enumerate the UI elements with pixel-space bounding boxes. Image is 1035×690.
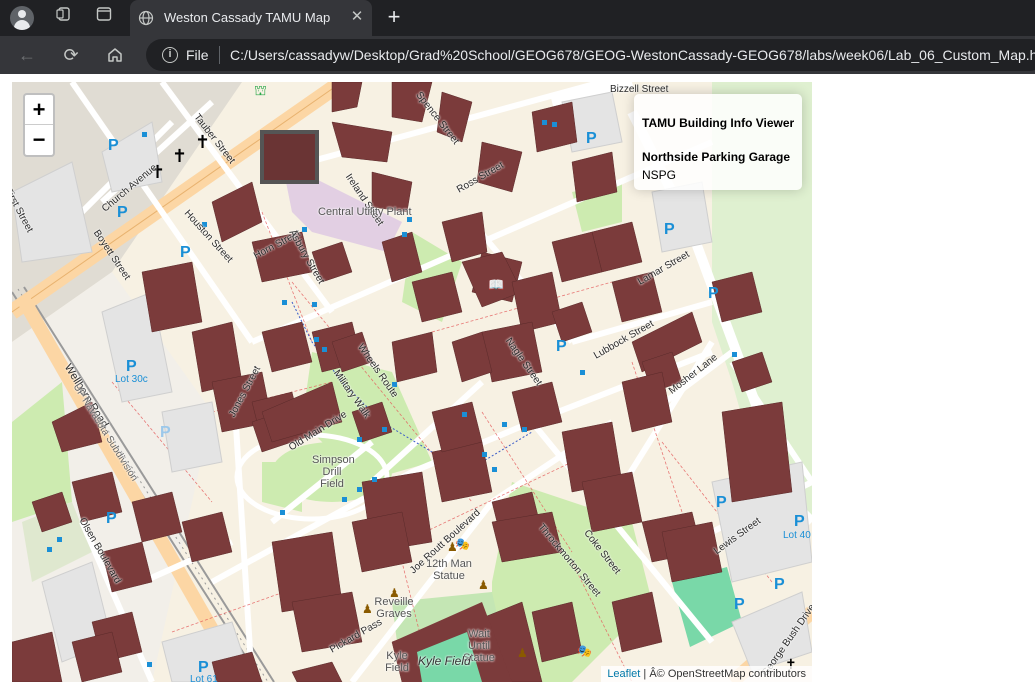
zoom-in-button[interactable]: + (25, 95, 53, 125)
back-arrow-icon[interactable]: ← (14, 42, 40, 68)
statue-icon: ♟ (478, 578, 489, 592)
parking-icon: P (794, 513, 805, 530)
map-attribution: Leaflet | Â© OpenStreetMap contributors (601, 666, 812, 682)
active-tab[interactable]: Weston Cassady TAMU Map ✕ (130, 0, 372, 36)
theatre-icon: 🎭 (577, 644, 592, 658)
zoom-out-button[interactable]: − (25, 125, 53, 155)
statue-icon: ♟ (517, 646, 528, 660)
navigation-bar: ← ⟳ i File C:/Users/cassadyw/Desktop/Gra… (0, 36, 1035, 74)
address-bar[interactable]: i File C:/Users/cassadyw/Desktop/Grad%20… (146, 39, 1035, 71)
lot-label: Lot 61 (190, 674, 218, 682)
parking-icon: P (734, 596, 745, 613)
workspaces-icon[interactable] (52, 6, 76, 30)
area-label: Central Utility Plant (318, 206, 412, 218)
parking-icon: P (708, 285, 719, 302)
site-info-icon[interactable]: i (162, 47, 178, 63)
parking-icon: P (106, 510, 117, 527)
building-info-panel: TAMU Building Info Viewer Northside Park… (634, 94, 802, 190)
info-heading: TAMU Building Info Viewer (642, 116, 795, 130)
picnic-icon: ⛫ (254, 82, 267, 98)
area-label: 12th Man Statue (426, 558, 472, 582)
tab-strip: Weston Cassady TAMU Map ✕ + (0, 0, 1035, 36)
parking-icon: P (160, 424, 171, 441)
church-icon: ✝ (172, 146, 188, 166)
parking-icon: P (716, 494, 727, 511)
area-label: Kyle Field (418, 654, 471, 668)
tab-title: Weston Cassady TAMU Map (164, 10, 331, 25)
parking-icon: P (108, 137, 119, 154)
area-label: Kyle Field (385, 650, 409, 674)
parking-icon: P (664, 221, 675, 238)
osm-attribution[interactable]: | Â© OpenStreetMap contributors (643, 668, 806, 680)
leaflet-link[interactable]: Leaflet (607, 668, 640, 680)
url-text[interactable]: C:/Users/cassadyw/Desktop/Grad%20School/… (230, 47, 1035, 63)
lot-label: Lot 40 (783, 530, 811, 541)
leaflet-map[interactable]: P P P P P P P P P P P P P P P Lot 30c Lo… (12, 82, 812, 682)
parking-icon: P (180, 244, 191, 261)
building-name: Northside Parking Garage (642, 150, 791, 164)
parking-icon: P (556, 338, 567, 355)
scheme-label: File (186, 47, 209, 63)
globe-icon (138, 10, 154, 26)
omnibox-divider (219, 46, 220, 64)
parking-icon: P (586, 130, 597, 147)
building-code: NSPG (642, 168, 677, 182)
library-icon: 📖 (488, 277, 505, 292)
reload-icon[interactable]: ⟳ (58, 42, 84, 68)
profile-avatar[interactable] (10, 6, 34, 30)
new-tab-button[interactable]: + (382, 5, 406, 29)
area-label: Simpson Drill Field (312, 454, 355, 490)
close-tab-icon[interactable]: ✕ (348, 8, 366, 26)
home-icon[interactable] (102, 42, 128, 68)
parking-icon: P (117, 204, 128, 221)
area-label: Reveille Graves (374, 596, 414, 620)
tab-actions-icon[interactable] (92, 6, 116, 30)
parking-icon: P (774, 576, 785, 593)
zoom-control: + − (23, 93, 55, 157)
lot-label: Lot 30c (115, 374, 148, 385)
